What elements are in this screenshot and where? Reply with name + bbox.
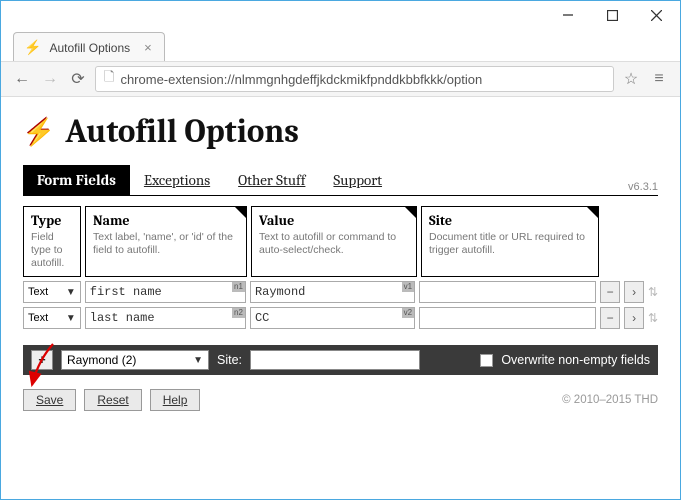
help-corner-icon[interactable] (587, 207, 598, 218)
window-titlebar (1, 1, 680, 29)
footer: Save Reset Help © 2010–2015 THD (1, 375, 680, 411)
col-header-value: Value Text to autofill or command to aut… (251, 206, 417, 277)
overwrite-label: Overwrite non-empty fields (501, 353, 650, 367)
column-headers: Type Field type to autofill. Name Text l… (23, 206, 658, 277)
drag-handle-icon[interactable]: ⇅ (648, 307, 658, 329)
chevron-down-icon: ▼ (66, 313, 76, 324)
col-header-type: Type Field type to autofill. (23, 206, 81, 277)
field-badge: v2 (402, 308, 414, 318)
lightning-icon: ⚡ (24, 39, 41, 56)
tab-other-stuff[interactable]: Other Stuff (224, 165, 319, 195)
add-rule-button[interactable]: + (31, 350, 53, 370)
type-select[interactable]: Text▼ (23, 281, 81, 303)
url-text: chrome-extension://nlmmgnhgdeffjkdckmikf… (120, 72, 482, 87)
profile-select[interactable]: Raymond (2) ▼ (61, 350, 209, 370)
lightning-icon: ⚡ (23, 117, 55, 148)
forward-button[interactable]: → (39, 70, 61, 88)
window-minimize-button[interactable] (546, 4, 590, 26)
overwrite-checkbox[interactable] (480, 354, 493, 367)
help-button[interactable]: Help (150, 389, 201, 411)
name-input[interactable]: last name n2 (85, 307, 246, 329)
value-input[interactable]: CC v2 (250, 307, 415, 329)
reload-button[interactable]: ⟳ (67, 69, 89, 89)
tab-support[interactable]: Support (319, 165, 396, 195)
drag-handle-icon[interactable]: ⇅ (648, 281, 658, 303)
menu-icon[interactable]: ≡ (648, 70, 670, 88)
browser-tabstrip: ⚡ Autofill Options × (1, 29, 680, 61)
remove-row-button[interactable]: − (600, 281, 620, 303)
version-label: v6.3.1 (628, 181, 658, 195)
address-bar[interactable]: 🗋 chrome-extension://nlmmgnhgdeffjkdckmi… (95, 66, 614, 92)
profile-bar: + Raymond (2) ▼ Site: Overwrite non-empt… (23, 345, 658, 375)
site-input[interactable] (419, 307, 596, 329)
tab-title: Autofill Options (49, 41, 130, 55)
move-row-button[interactable]: › (624, 307, 644, 329)
browser-tab[interactable]: ⚡ Autofill Options × (13, 32, 165, 61)
close-icon[interactable]: × (144, 40, 152, 55)
table-row: Text▼ last name n2 CC v2 − › ⇅ (23, 307, 658, 329)
profile-site-input[interactable] (250, 350, 420, 370)
name-input[interactable]: first name n1 (85, 281, 246, 303)
tab-form-fields[interactable]: Form Fields (23, 165, 130, 195)
page-content: ⚡ Autofill Options Form Fields Exception… (1, 97, 680, 375)
page-tabs: Form Fields Exceptions Other Stuff Suppo… (23, 165, 658, 196)
move-row-button[interactable]: › (624, 281, 644, 303)
chevron-down-icon: ▼ (66, 287, 76, 298)
help-corner-icon[interactable] (405, 207, 416, 218)
tab-exceptions[interactable]: Exceptions (130, 165, 224, 195)
table-row: Text▼ first name n1 Raymond v1 − › ⇅ (23, 281, 658, 303)
window-maximize-button[interactable] (590, 4, 634, 26)
back-button[interactable]: ← (11, 70, 33, 88)
reset-button[interactable]: Reset (84, 389, 141, 411)
remove-row-button[interactable]: − (600, 307, 620, 329)
field-badge: n2 (232, 308, 245, 318)
value-input[interactable]: Raymond v1 (250, 281, 415, 303)
copyright: © 2010–2015 THD (562, 394, 658, 406)
save-button[interactable]: Save (23, 389, 76, 411)
bookmark-star-icon[interactable]: ☆ (620, 69, 642, 89)
field-badge: n1 (232, 282, 245, 292)
col-header-site: Site Document title or URL required to t… (421, 206, 599, 277)
window-close-button[interactable] (634, 4, 678, 26)
page-title: Autofill Options (65, 113, 299, 151)
browser-toolbar: ← → ⟳ 🗋 chrome-extension://nlmmgnhgdeffj… (1, 61, 680, 97)
page-icon: 🗋 (104, 68, 114, 90)
help-corner-icon[interactable] (235, 207, 246, 218)
col-header-name: Name Text label, 'name', or 'id' of the … (85, 206, 247, 277)
type-select[interactable]: Text▼ (23, 307, 81, 329)
site-label: Site: (217, 353, 242, 367)
site-input[interactable] (419, 281, 596, 303)
field-badge: v1 (402, 282, 414, 292)
chevron-down-icon: ▼ (193, 355, 203, 366)
